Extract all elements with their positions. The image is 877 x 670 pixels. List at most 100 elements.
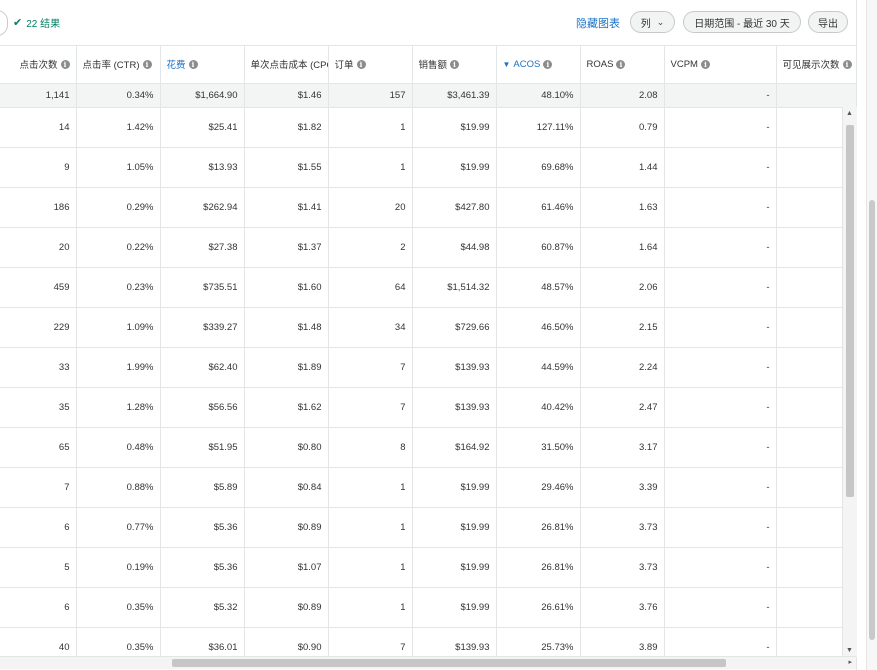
scrollbar-thumb[interactable] (869, 200, 875, 640)
column-header-viewable-impressions[interactable]: 可见展示次数 i (776, 46, 856, 84)
row-clicks: 40 (0, 627, 77, 657)
row-clicks: 229 (0, 307, 77, 348)
row-roas: 1.44 (580, 147, 665, 188)
column-header-ctr[interactable]: 点击率 (CTR) i (76, 46, 161, 84)
totals-orders: 157 (328, 83, 413, 108)
scrollbar-thumb[interactable] (846, 125, 854, 497)
scroll-up-icon[interactable]: ▲ (846, 110, 853, 117)
info-icon[interactable]: i (616, 59, 626, 69)
row-acos: 61.46% (496, 187, 581, 228)
column-header-vcpm[interactable]: VCPM i (664, 46, 777, 84)
totals-acos: 48.10% (496, 83, 581, 108)
column-header-label: ROAS (586, 58, 614, 70)
table-row[interactable]: 20 0.22% $27.38 $1.37 2 $44.98 60.87% 1.64- (0, 227, 856, 268)
column-header-sales[interactable]: 销售额 i (412, 46, 497, 84)
date-range-label: 日期范围 - 最近 30 天 (694, 18, 790, 30)
row-orders: 1 (328, 147, 413, 188)
row-vcpm: - (664, 307, 777, 348)
scroll-down-icon[interactable]: ▼ (846, 647, 853, 654)
row-roas: 1.64 (580, 227, 665, 268)
info-icon[interactable]: i (60, 59, 70, 69)
export-button-label: 导出 (818, 18, 838, 30)
row-orders: 1 (328, 547, 413, 588)
row-vcpm: - (664, 427, 777, 468)
table-row[interactable]: 6 0.35% $5.32 $0.89 1 $19.99 26.61% 3.76- (0, 587, 856, 628)
info-icon[interactable]: i (188, 59, 198, 69)
info-icon[interactable]: i (142, 59, 152, 69)
scrollbar-thumb[interactable] (172, 659, 726, 667)
row-vcpm: - (664, 507, 777, 548)
row-roas: 3.73 (580, 547, 665, 588)
row-clicks: 5 (0, 547, 77, 588)
row-sales: $19.99 (412, 467, 497, 508)
table-row[interactable]: 5 0.19% $5.36 $1.07 1 $19.99 26.81% 3.73- (0, 547, 856, 588)
info-icon[interactable]: i (700, 59, 710, 69)
sort-descending-icon: ▼ (502, 59, 511, 69)
table-row[interactable]: 7 0.88% $5.89 $0.84 1 $19.99 29.46% 3.39- (0, 467, 856, 508)
column-header-label: 订单 (334, 60, 354, 72)
column-header-spend[interactable]: 花费 i (160, 46, 245, 84)
info-icon[interactable]: i (356, 59, 366, 69)
data-table-container: 点击次数 i 点击率 (CTR) i 花费 i 单次点击成本 (CPC) 订单 i (0, 46, 856, 657)
row-acos: 48.57% (496, 267, 581, 308)
row-spend: $5.32 (160, 587, 245, 628)
table-row[interactable]: 6 0.77% $5.36 $0.89 1 $19.99 26.81% 3.73- (0, 507, 856, 548)
row-orders: 7 (328, 387, 413, 428)
table-row[interactable]: 40 0.35% $36.01 $0.90 7 $139.93 25.73% 3.89- (0, 627, 856, 657)
row-vcpm: - (664, 547, 777, 588)
table-row[interactable]: 14 1.42% $25.41 $1.82 1 $19.99 127.11% 0.79- (0, 107, 856, 148)
filter-pill[interactable] (0, 10, 8, 36)
row-orders: 7 (328, 627, 413, 657)
row-orders: 8 (328, 427, 413, 468)
info-icon[interactable]: i (543, 59, 553, 69)
row-spend: $339.27 (160, 307, 245, 348)
table-row[interactable]: 229 1.09% $339.27 $1.48 34 $729.66 46.50% 2.15- (0, 307, 856, 348)
hide-chart-link[interactable]: 隐藏图表 (576, 15, 620, 31)
table-row[interactable]: 65 0.48% $51.95 $0.80 8 $164.92 31.50% 3.17- (0, 427, 856, 468)
row-ctr: 0.48% (76, 427, 161, 468)
table-horizontal-scrollbar[interactable]: ▸ (0, 656, 856, 669)
table-vertical-scrollbar[interactable]: ▲ ▼ (842, 107, 857, 657)
info-icon[interactable]: i (450, 59, 460, 69)
columns-button[interactable]: 列 ⌄ (630, 11, 675, 33)
row-ctr: 1.42% (76, 107, 161, 148)
date-range-button[interactable]: 日期范围 - 最近 30 天 (683, 11, 801, 33)
row-spend: $25.41 (160, 107, 245, 148)
column-header-clicks[interactable]: 点击次数 i (0, 46, 77, 84)
column-header-orders[interactable]: 订单 i (328, 46, 413, 84)
row-vcpm: - (664, 627, 777, 657)
row-acos: 46.50% (496, 307, 581, 348)
row-cpc: $0.84 (244, 467, 329, 508)
row-ctr: 1.99% (76, 347, 161, 388)
row-vcpm: - (664, 347, 777, 388)
export-button[interactable]: 导出 (808, 11, 848, 33)
row-spend: $735.51 (160, 267, 245, 308)
row-sales: $427.80 (412, 187, 497, 228)
row-spend: $5.36 (160, 507, 245, 548)
data-table: 点击次数 i 点击率 (CTR) i 花费 i 单次点击成本 (CPC) 订单 i (0, 46, 856, 657)
table-row[interactable]: 459 0.23% $735.51 $1.60 64 $1,514.32 48.57% 2.0… (0, 267, 856, 308)
column-header-cpc[interactable]: 单次点击成本 (CPC) (244, 46, 329, 84)
row-acos: 44.59% (496, 347, 581, 388)
info-icon[interactable]: i (842, 59, 852, 69)
row-clicks: 186 (0, 187, 77, 228)
row-vcpm: - (664, 107, 777, 148)
row-acos: 26.81% (496, 507, 581, 548)
page-scrollbar[interactable] (866, 0, 877, 670)
table-row[interactable]: 186 0.29% $262.94 $1.41 20 $427.80 61.46% 1.63- (0, 187, 856, 228)
row-cpc: $1.60 (244, 267, 329, 308)
row-cpc: $0.80 (244, 427, 329, 468)
scroll-right-icon[interactable]: ▸ (848, 658, 852, 666)
row-sales: $44.98 (412, 227, 497, 268)
table-row[interactable]: 9 1.05% $13.93 $1.55 1 $19.99 69.68% 1.44- (0, 147, 856, 188)
column-header-acos[interactable]: ▼ ACOS i (496, 46, 581, 84)
table-row[interactable]: 35 1.28% $56.56 $1.62 7 $139.93 40.42% 2.47- (0, 387, 856, 428)
row-ctr: 0.88% (76, 467, 161, 508)
row-cpc: $1.82 (244, 107, 329, 148)
table-row[interactable]: 33 1.99% $62.40 $1.89 7 $139.93 44.59% 2.24- (0, 347, 856, 388)
row-sales: $19.99 (412, 507, 497, 548)
column-header-roas[interactable]: ROAS i (580, 46, 665, 84)
row-clicks: 20 (0, 227, 77, 268)
row-cpc: $1.07 (244, 547, 329, 588)
campaign-table-panel: ✔ 22 结果 隐藏图表 列 ⌄ 日期范围 - 最近 30 天 导出 点击次数 i (0, 0, 857, 670)
